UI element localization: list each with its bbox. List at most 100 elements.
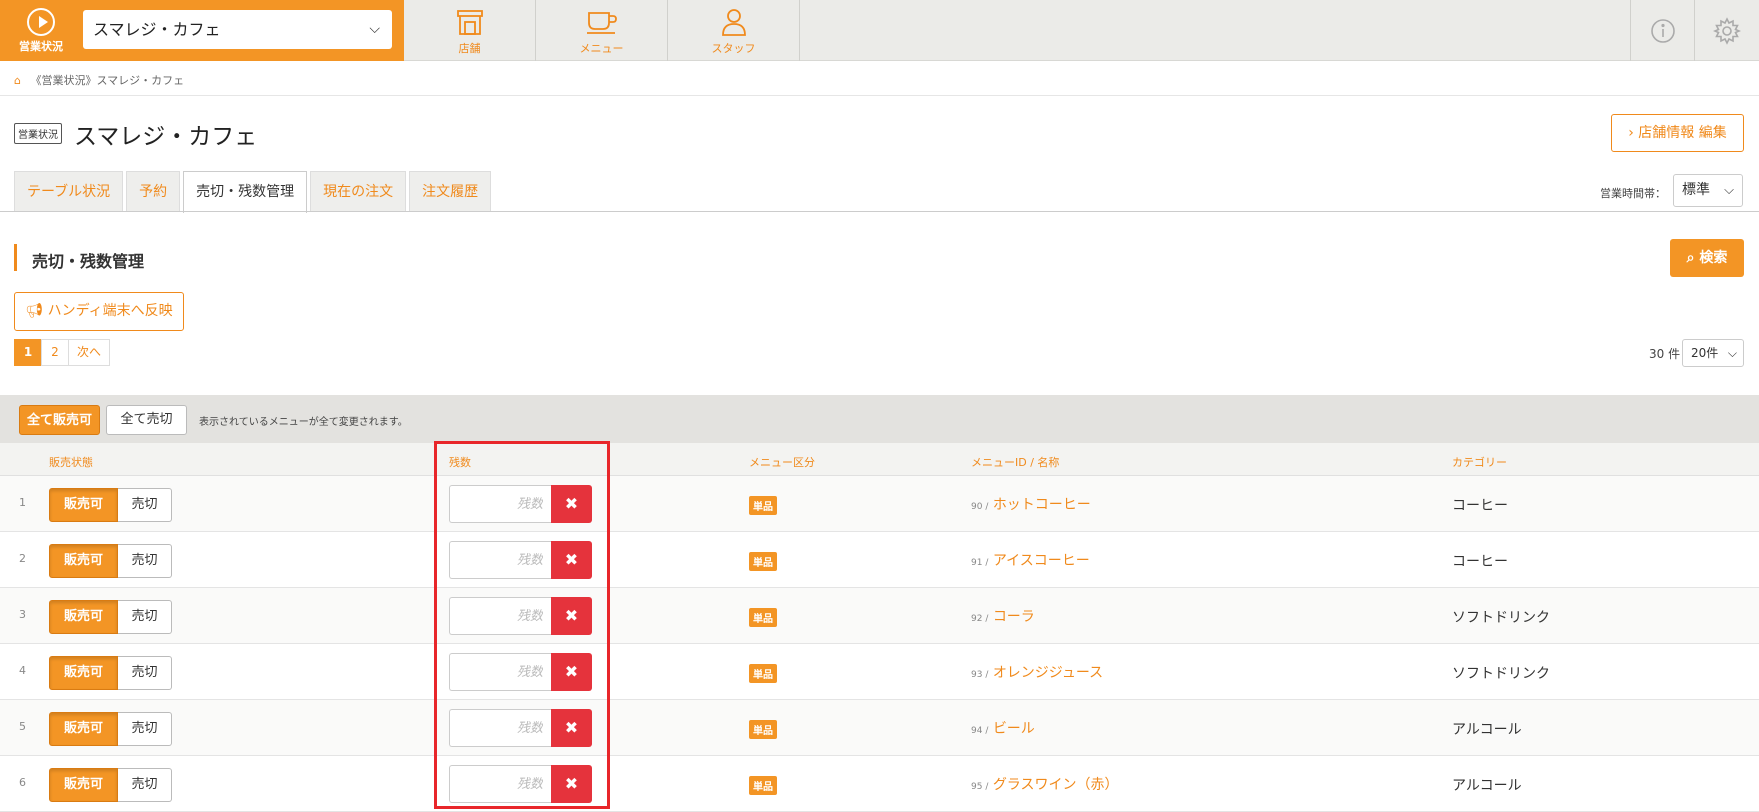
row-number: 1 (19, 496, 26, 509)
menu-type-badge: 単品 (749, 720, 777, 739)
remaining-field: ✖ (449, 485, 592, 523)
page-1[interactable]: 1 (14, 339, 42, 366)
menu-id: 94 / (971, 726, 989, 736)
menu-name-link[interactable]: オレンジジュース (993, 665, 1103, 681)
home-icon[interactable]: ⌂ (14, 74, 21, 87)
available-button[interactable]: 販売可 (49, 712, 118, 746)
tab-reservation[interactable]: 予約 (126, 171, 181, 211)
play-icon (27, 8, 55, 36)
menu-name-link[interactable]: アイスコーヒー (993, 553, 1090, 569)
sale-status-toggle: 販売可 売切 (49, 488, 172, 522)
menu-id: 95 / (971, 782, 989, 792)
table-row: 5 販売可売切 ✖ 単品 94 / ビール アルコール (0, 700, 1759, 756)
menu-name-link[interactable]: グラスワイン（赤） (993, 777, 1119, 793)
store-select-value: スマレジ・カフェ (93, 20, 221, 39)
nav-staff[interactable]: スタッフ (668, 0, 800, 61)
menu-category: アルコール (1452, 722, 1522, 738)
col-menu-type: メニュー区分 (749, 456, 815, 469)
menu-id: 90 / (971, 502, 989, 512)
menu-id-name: 90 / ホットコーヒー (971, 494, 1091, 514)
clear-remaining-button[interactable]: ✖ (551, 653, 592, 691)
tab-order-history[interactable]: 注文履歴 (409, 171, 492, 211)
business-hours-select[interactable]: 標準 ⌵ (1673, 174, 1743, 207)
clear-remaining-button[interactable]: ✖ (551, 709, 592, 747)
next-page[interactable]: 次へ (68, 339, 111, 366)
info-button[interactable] (1630, 0, 1694, 61)
remaining-input[interactable] (449, 709, 551, 747)
section-title: 売切・残数管理 (32, 252, 145, 271)
breadcrumb-text[interactable]: 《営業状況》スマレジ・カフェ (30, 74, 184, 87)
tab-soldout-management[interactable]: 売切・残数管理 (183, 171, 308, 213)
sale-status-toggle: 販売可 売切 (49, 768, 172, 802)
per-page-select[interactable]: 20件 ⌵ (1682, 339, 1744, 367)
tab-current-orders[interactable]: 現在の注文 (310, 171, 407, 211)
remaining-field: ✖ (449, 765, 592, 803)
soldout-button[interactable]: 売切 (118, 488, 172, 522)
remaining-input[interactable] (449, 765, 551, 803)
close-icon: ✖ (564, 550, 579, 569)
coffee-cup-icon (586, 12, 617, 34)
row-number: 6 (19, 776, 26, 789)
row-number: 4 (19, 664, 26, 677)
bulk-action-bar: 全て販売可 全て売切 表示されているメニューが全て変更されます。 (0, 395, 1759, 443)
section-accent-bar (14, 244, 17, 271)
available-button[interactable]: 販売可 (49, 544, 118, 578)
available-button[interactable]: 販売可 (49, 656, 118, 690)
menu-name-link[interactable]: ホットコーヒー (993, 497, 1091, 513)
menu-id: 91 / (971, 558, 989, 568)
all-available-button[interactable]: 全て販売可 (19, 405, 100, 435)
available-button[interactable]: 販売可 (49, 768, 118, 802)
soldout-button[interactable]: 売切 (118, 656, 172, 690)
staff-icon (721, 9, 746, 36)
business-hours-label: 営業時間帯： (1600, 187, 1666, 200)
settings-button[interactable] (1694, 0, 1758, 61)
top-bar: 営業状況 スマレジ・カフェ ⌵ 店舗 メニュー スタッフ (0, 0, 1759, 61)
tab-divider (0, 211, 1759, 212)
all-soldout-button[interactable]: 全て売切 (106, 405, 187, 435)
table-row: 2 販売可売切 ✖ 単品 91 / アイスコーヒー コーヒー (0, 532, 1759, 588)
close-icon: ✖ (564, 662, 579, 681)
clear-remaining-button[interactable]: ✖ (551, 597, 592, 635)
menu-id: 92 / (971, 614, 989, 624)
soldout-button[interactable]: 売切 (118, 712, 172, 746)
clear-remaining-button[interactable]: ✖ (551, 541, 592, 579)
business-status-button[interactable]: 営業状況 (0, 0, 82, 61)
remaining-input[interactable] (449, 541, 551, 579)
clear-remaining-button[interactable]: ✖ (551, 765, 592, 803)
clear-remaining-button[interactable]: ✖ (551, 485, 592, 523)
nav-store[interactable]: 店舗 (404, 0, 536, 61)
page-2[interactable]: 2 (41, 339, 69, 366)
menu-name-link[interactable]: コーラ (993, 609, 1035, 625)
business-hours-value: 標準 (1682, 182, 1710, 198)
remaining-input[interactable] (449, 597, 551, 635)
soldout-button[interactable]: 売切 (118, 768, 172, 802)
close-icon: ✖ (564, 606, 579, 625)
table-row: 4 販売可売切 ✖ 単品 93 / オレンジジュース ソフトドリンク (0, 644, 1759, 700)
remaining-field: ✖ (449, 541, 592, 579)
menu-type-badge: 単品 (749, 664, 777, 683)
available-button[interactable]: 販売可 (49, 600, 118, 634)
menu-type-badge: 単品 (749, 552, 777, 571)
remaining-input[interactable] (449, 653, 551, 691)
chevron-right-icon: › (1628, 125, 1634, 141)
nav-staff-label: スタッフ (711, 42, 756, 55)
store-select[interactable]: スマレジ・カフェ ⌵ (83, 10, 392, 49)
col-menu-id-name: メニューID / 名称 (971, 456, 1060, 469)
table-row: 1 販売可売切 ✖ 単品 90 / ホットコーヒー コーヒー (0, 476, 1759, 532)
soldout-button[interactable]: 売切 (118, 544, 172, 578)
menu-id-name: 94 / ビール (971, 718, 1035, 738)
search-button[interactable]: ⌕ 検索 (1670, 239, 1744, 277)
remaining-input[interactable] (449, 485, 551, 523)
nav-menu[interactable]: メニュー (536, 0, 668, 61)
available-button[interactable]: 販売可 (49, 488, 118, 522)
store-icon (456, 10, 483, 35)
brand-label: 営業状況 (19, 40, 63, 53)
soldout-button[interactable]: 売切 (118, 600, 172, 634)
sync-handy-button[interactable]: 📢︎ ハンディ端末へ反映 (14, 292, 184, 331)
menu-name-link[interactable]: ビール (993, 721, 1035, 737)
close-icon: ✖ (564, 718, 579, 737)
nav-store-label: 店舗 (458, 42, 481, 55)
tab-table-status[interactable]: テーブル状況 (14, 171, 124, 211)
table-row: 3 販売可売切 ✖ 単品 92 / コーラ ソフトドリンク (0, 588, 1759, 644)
edit-store-button[interactable]: › 店舗情報 編集 (1611, 114, 1744, 152)
